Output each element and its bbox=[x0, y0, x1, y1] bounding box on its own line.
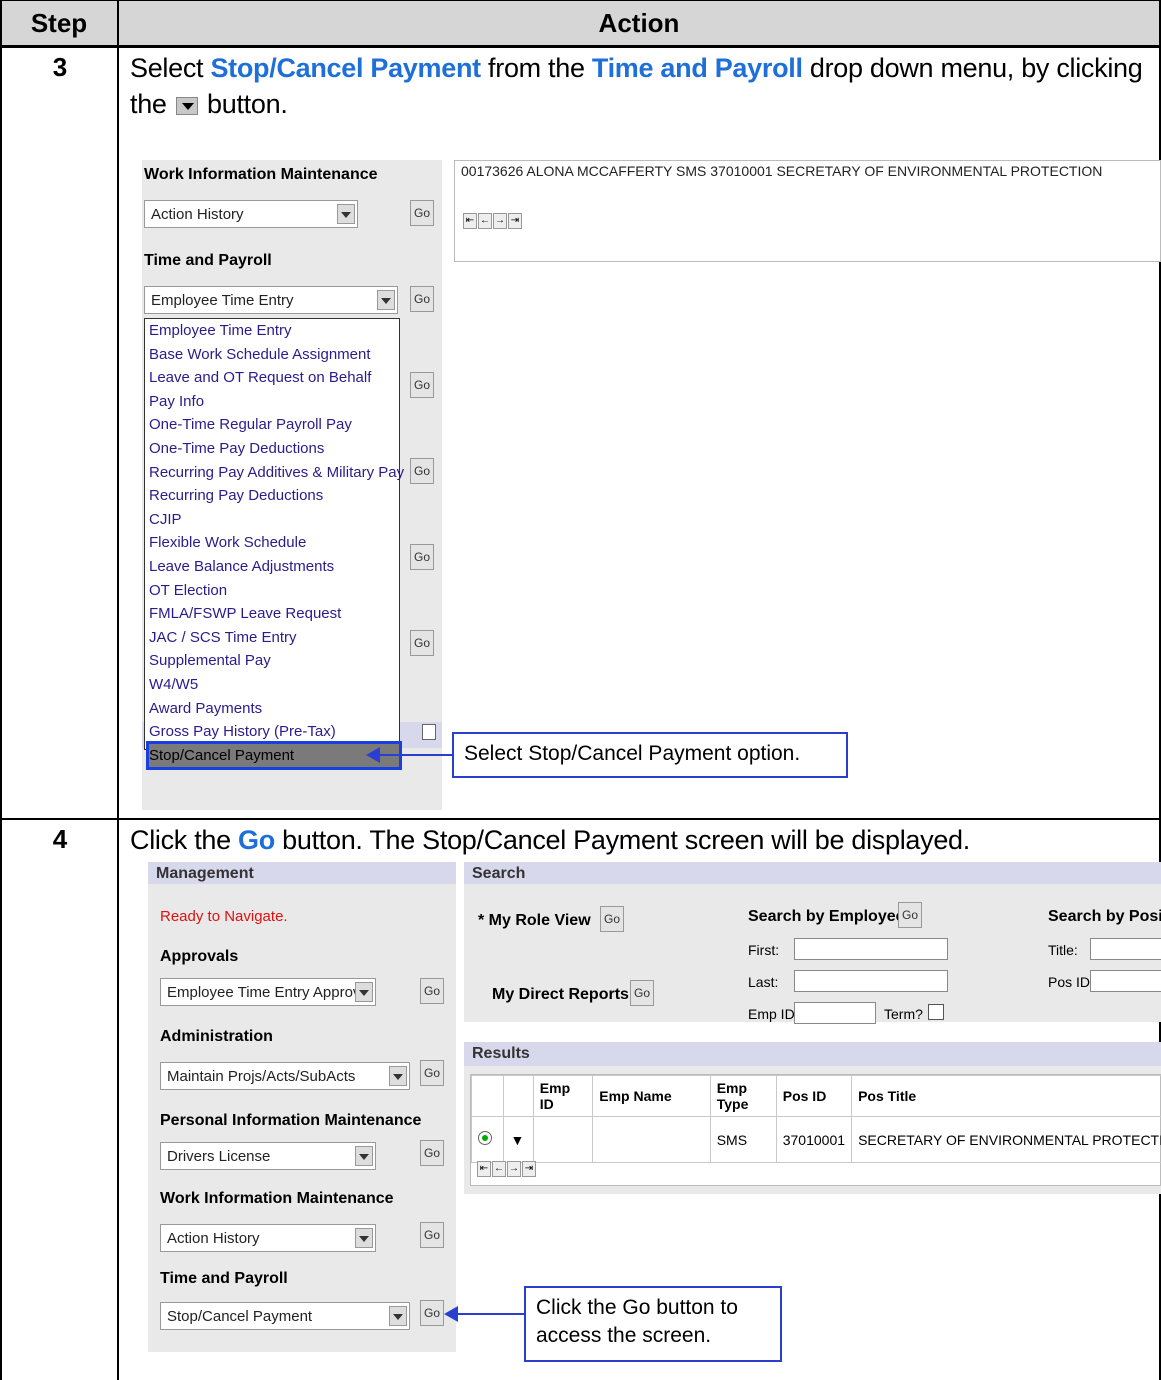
dropdown-option[interactable]: Award Payments bbox=[149, 697, 399, 721]
col-emp-name: Emp Name bbox=[592, 1075, 711, 1117]
time-payroll-select[interactable]: Stop/Cancel Payment bbox=[160, 1302, 410, 1330]
col-pos-id: Pos ID bbox=[775, 1075, 853, 1117]
results-grid: 00173626 ALONA MCCAFFERTY SMS 37010001 S… bbox=[454, 160, 1161, 262]
go-button[interactable]: Go bbox=[420, 978, 444, 1004]
step-instruction: Select Stop/Cancel Payment from the Time… bbox=[130, 53, 1143, 119]
go-button[interactable]: Go bbox=[410, 372, 434, 398]
first-label: First: bbox=[748, 942, 780, 958]
work-info-label: Work Information Maintenance bbox=[144, 166, 378, 183]
pos-id-input[interactable] bbox=[1090, 970, 1161, 992]
dropdown-arrow-icon bbox=[175, 96, 198, 115]
results-table: Emp ID Emp Name Emp Type Pos ID Pos Titl… bbox=[470, 1075, 1161, 1163]
time-payroll-label: Time and Payroll bbox=[144, 252, 272, 269]
dropdown-option[interactable]: Stop/Cancel Payment bbox=[146, 740, 402, 771]
dropdown-option[interactable]: Leave and OT Request on Behalf bbox=[149, 366, 399, 390]
step-number: 4 bbox=[52, 824, 68, 854]
callout: Select Stop/Cancel Payment option. bbox=[452, 732, 848, 778]
table-row[interactable]: ▼ SMS 37010001 SECRETARY OF ENVIRONMENTA… bbox=[470, 1116, 1161, 1163]
dropdown-option[interactable]: One-Time Pay Deductions bbox=[149, 437, 399, 461]
approvals-select[interactable]: Employee Time Entry Approval bbox=[160, 978, 376, 1006]
col-emp-type: Emp Type bbox=[709, 1075, 777, 1117]
work-info-select[interactable]: Action History bbox=[144, 200, 358, 228]
management-title: Management bbox=[148, 862, 456, 884]
col-pos-title: Pos Title bbox=[851, 1075, 1161, 1117]
pos-id-label: Pos ID: bbox=[1048, 974, 1094, 990]
pagination-buttons[interactable]: ⇤ ← → ⇥ bbox=[463, 213, 522, 229]
go-button[interactable]: Go bbox=[410, 286, 434, 312]
dropdown-option[interactable]: Employee Time Entry bbox=[149, 319, 399, 343]
my-direct-reports-label: My Direct Reports bbox=[492, 986, 629, 1003]
select-radio[interactable] bbox=[478, 1131, 492, 1145]
go-button[interactable]: Go bbox=[420, 1140, 444, 1166]
dropdown-option[interactable]: W4/W5 bbox=[149, 673, 399, 697]
callout-arrow bbox=[444, 1306, 524, 1322]
go-button[interactable]: Go bbox=[420, 1222, 444, 1248]
status-message: Ready to Navigate. bbox=[160, 908, 288, 925]
step-column-header: Step bbox=[0, 0, 118, 46]
personal-info-select[interactable]: Drivers License bbox=[160, 1142, 376, 1170]
emp-id-label: Emp ID: bbox=[748, 1006, 799, 1022]
go-button[interactable]: Go bbox=[410, 200, 434, 226]
dropdown-option[interactable]: OT Election bbox=[149, 579, 399, 603]
time-payroll-label: Time and Payroll bbox=[160, 1270, 288, 1287]
search-by-position-label: Search by Positio bbox=[1048, 908, 1161, 925]
go-button[interactable]: Go bbox=[600, 906, 624, 932]
dropdown-option[interactable]: Recurring Pay Additives & Military Pay bbox=[149, 461, 404, 485]
go-button[interactable]: Go bbox=[420, 1060, 444, 1086]
callout: Click the Go button to access the screen. bbox=[524, 1286, 782, 1362]
go-button[interactable]: Go bbox=[898, 902, 922, 928]
time-payroll-options[interactable]: Employee Time Entry Base Work Schedule As… bbox=[144, 318, 404, 771]
administration-select[interactable]: Maintain Projs/Acts/SubActs bbox=[160, 1062, 410, 1090]
dropdown-option[interactable]: JAC / SCS Time Entry bbox=[149, 626, 399, 650]
dropdown-option[interactable]: Leave Balance Adjustments bbox=[149, 555, 399, 579]
dropdown-option[interactable]: Supplemental Pay bbox=[149, 649, 399, 673]
search-by-employee-label: Search by Employee bbox=[748, 908, 905, 925]
approvals-label: Approvals bbox=[160, 948, 239, 965]
search-title: Search bbox=[464, 862, 1161, 884]
personal-info-label: Personal Information Maintenance bbox=[160, 1112, 422, 1129]
step-instruction: Click the Go button. The Stop/Cancel Pay… bbox=[130, 825, 970, 855]
result-row: 00173626 ALONA MCCAFFERTY SMS 37010001 S… bbox=[461, 163, 1103, 179]
go-button[interactable]: Go bbox=[410, 630, 434, 656]
action-column-header: Action bbox=[117, 0, 1161, 46]
title-input[interactable] bbox=[1090, 938, 1161, 960]
dropdown-option[interactable]: One-Time Regular Payroll Pay bbox=[149, 413, 399, 437]
last-name-input[interactable] bbox=[794, 970, 948, 992]
title-label: Title: bbox=[1048, 942, 1078, 958]
term-checkbox[interactable] bbox=[928, 1004, 944, 1020]
go-button[interactable]: Go bbox=[630, 980, 654, 1006]
screenshot-step3: 00173626 ALONA MCCAFFERTY SMS 37010001 S… bbox=[142, 160, 1161, 810]
work-info-select[interactable]: Action History bbox=[160, 1224, 376, 1252]
term-label: Term? bbox=[884, 1006, 923, 1022]
step-number: 3 bbox=[52, 52, 68, 82]
dropdown-option[interactable]: Pay Info bbox=[149, 390, 399, 414]
dropdown-option[interactable]: Flexible Work Schedule bbox=[149, 531, 399, 555]
screenshot-step4: Management Search Ready to Navigate. App… bbox=[148, 862, 1161, 1380]
time-payroll-select[interactable]: Employee Time Entry bbox=[144, 286, 398, 314]
work-info-label: Work Information Maintenance bbox=[160, 1190, 394, 1207]
pagination-buttons[interactable]: ⇤ ← → ⇥ bbox=[477, 1161, 536, 1177]
my-role-view-label: * My Role View bbox=[478, 912, 591, 929]
emp-id-input[interactable] bbox=[794, 1002, 876, 1024]
procedure-table: Step Action 3 Select Stop/Cancel Payment… bbox=[0, 0, 1161, 1380]
go-button[interactable]: Go bbox=[410, 544, 434, 570]
results-grid: Emp ID Emp Name Emp Type Pos ID Pos Titl… bbox=[470, 1074, 1161, 1186]
expand-icon[interactable]: ▼ bbox=[503, 1116, 534, 1163]
dropdown-option[interactable]: Gross Pay History (Pre-Tax) bbox=[149, 720, 399, 744]
first-name-input[interactable] bbox=[794, 938, 948, 960]
dropdown-option[interactable]: Base Work Schedule Assignment bbox=[149, 343, 399, 367]
collapse-icon[interactable] bbox=[422, 724, 436, 740]
callout-arrow bbox=[366, 747, 452, 763]
dropdown-option[interactable]: FMLA/FSWP Leave Request bbox=[149, 602, 399, 626]
dropdown-option[interactable]: Recurring Pay Deductions bbox=[149, 484, 399, 508]
dropdown-option[interactable]: CJIP bbox=[149, 508, 399, 532]
go-button[interactable]: Go bbox=[420, 1300, 444, 1326]
results-title: Results bbox=[464, 1042, 1161, 1066]
administration-label: Administration bbox=[160, 1028, 273, 1045]
col-emp-id: Emp ID bbox=[532, 1075, 594, 1117]
last-label: Last: bbox=[748, 974, 779, 990]
go-button[interactable]: Go bbox=[410, 458, 434, 484]
